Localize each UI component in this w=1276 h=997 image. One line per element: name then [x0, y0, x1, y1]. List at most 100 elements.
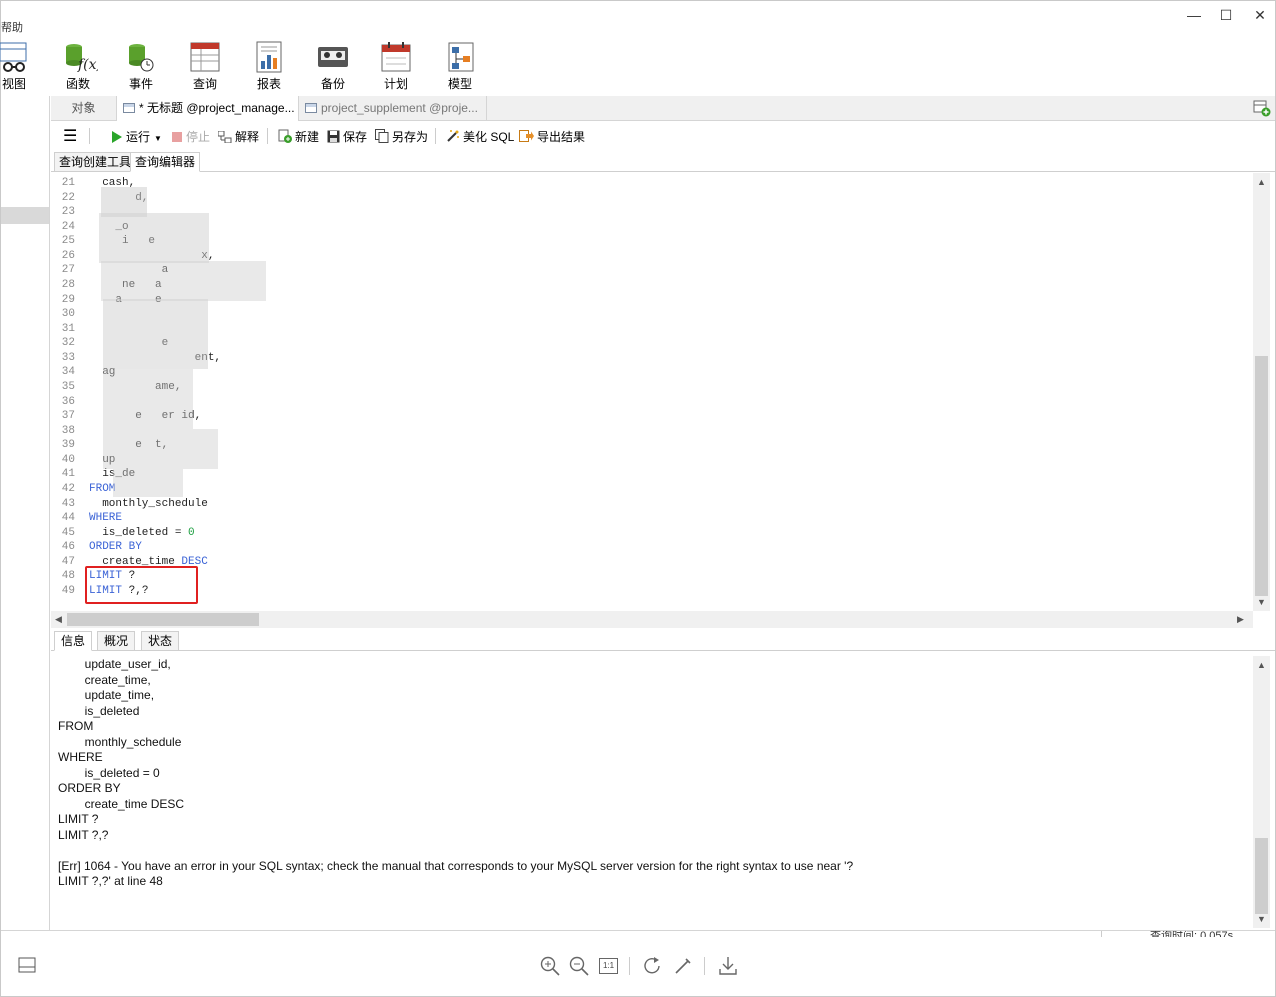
dropdown-arrow-icon[interactable]: ▼: [154, 134, 162, 143]
export-label: 导出结果: [537, 130, 586, 144]
zoom-in-icon[interactable]: [539, 955, 561, 977]
edit-pencil-icon[interactable]: [672, 955, 694, 977]
maximize-button[interactable]: ☐: [1211, 5, 1241, 25]
download-icon[interactable]: [717, 955, 739, 977]
scroll-thumb[interactable]: [1255, 838, 1268, 914]
tab-query-builder[interactable]: 查询创建工具: [54, 152, 137, 172]
toolbar-query-button[interactable]: 查询: [180, 37, 230, 95]
scroll-right-icon[interactable]: ▶: [1237, 614, 1244, 625]
redacted-area: [99, 213, 209, 263]
statusbar-separator: [704, 957, 705, 975]
line-number: 24: [61, 220, 75, 233]
code-line: 36: [51, 396, 1251, 411]
document-tabs: 对象 * 无标题 @project_manage... project_supp…: [51, 96, 1275, 121]
actual-size-label: 1:1: [599, 958, 618, 974]
toolbar-label: 模型: [447, 77, 472, 91]
new-tab-icon[interactable]: [1253, 99, 1271, 117]
scroll-left-icon[interactable]: ◀: [55, 614, 62, 625]
rotate-icon[interactable]: [642, 955, 664, 977]
code-line: 21 cash,: [51, 177, 1251, 192]
sql-number: 0: [188, 526, 195, 539]
tab-status[interactable]: 状态: [141, 631, 180, 651]
scroll-thumb[interactable]: [67, 613, 259, 626]
function-icon: f(x): [66, 44, 98, 73]
code-line: 47 create_time DESC: [51, 556, 1251, 571]
code-line: 41 is_de: [51, 468, 1251, 483]
toolbar-event-button[interactable]: 事件: [116, 37, 166, 95]
stop-label: 停止: [186, 130, 211, 144]
magic-wand-icon: [446, 129, 460, 146]
scroll-down-icon[interactable]: ▼: [1257, 597, 1266, 607]
result-tabs: 信息 概况 状态: [51, 629, 1275, 651]
toolbar-backup-button[interactable]: 备份: [308, 37, 358, 95]
code-line: 43 monthly_schedule: [51, 498, 1251, 513]
tab-objects[interactable]: 对象: [51, 96, 117, 121]
save-as-button[interactable]: 另存为: [375, 128, 428, 146]
actual-size-button[interactable]: 1:1: [598, 955, 620, 977]
toolbar-separator: [267, 128, 268, 144]
zoom-out-icon[interactable]: [568, 955, 590, 977]
line-number: 30: [61, 308, 75, 321]
code-line: 42 FROM: [51, 483, 1251, 498]
code-line: 22 d,: [51, 192, 1251, 207]
backup-icon: [318, 47, 348, 67]
scroll-up-icon[interactable]: ▲: [1257, 660, 1266, 670]
editor-horizontal-scrollbar[interactable]: ◀ ▶: [51, 611, 1253, 628]
query-icon: [190, 42, 220, 72]
save-button[interactable]: 保存: [327, 128, 367, 146]
line-number: 26: [61, 249, 75, 262]
code-line: 31: [51, 323, 1251, 338]
toolbar-function-button[interactable]: f(x) 函数: [53, 37, 103, 95]
beautify-sql-button[interactable]: 美化 SQL: [446, 128, 514, 146]
scroll-up-icon[interactable]: ▲: [1257, 177, 1266, 187]
tab-info[interactable]: 信息: [54, 631, 93, 651]
scroll-down-icon[interactable]: ▼: [1257, 914, 1266, 924]
main-toolbar: 视图 f(x) 函数 事件 查询 报表 备份 计划 模型: [0, 37, 1275, 95]
tab-label: * 无标题 @project_manage...: [139, 101, 295, 115]
minimize-button[interactable]: —: [1179, 5, 1209, 25]
export-results-button[interactable]: 导出结果: [519, 128, 585, 146]
menu-fragment[interactable]: 帮助: [1, 19, 23, 35]
sql-editor[interactable]: 21 cash,22 d,2324 _o25 i e26 x,27 a28 ne…: [51, 173, 1253, 611]
toolbar-separator: [435, 128, 436, 144]
line-number: 29: [61, 293, 75, 306]
close-button[interactable]: ✕: [1245, 5, 1275, 25]
line-number: 41: [61, 468, 75, 481]
model-icon: [448, 42, 474, 72]
stop-button[interactable]: 停止: [171, 128, 210, 146]
toolbar-label: 视图: [1, 77, 26, 91]
toolbar-view-button[interactable]: 视图: [0, 37, 39, 95]
line-number: 22: [61, 191, 75, 204]
toolbar-model-button[interactable]: 模型: [435, 37, 485, 95]
output-line: WHERE: [58, 750, 103, 764]
toolbar-schedule-button[interactable]: 计划: [371, 37, 421, 95]
scroll-thumb[interactable]: [1255, 356, 1268, 596]
output-line: is_deleted = 0: [58, 765, 160, 780]
redacted-area: [113, 469, 183, 497]
code-line: 30: [51, 308, 1251, 323]
tab-untitled-query[interactable]: * 无标题 @project_manage...: [117, 96, 299, 121]
run-button[interactable]: 运行 ▼: [111, 128, 162, 146]
line-number: 45: [61, 526, 75, 539]
navigation-pane[interactable]: [1, 96, 50, 930]
code-line: 44 WHERE: [51, 512, 1251, 527]
line-number: 35: [61, 380, 75, 393]
output-line: ORDER BY: [58, 781, 121, 795]
code-line: 23: [51, 206, 1251, 221]
new-query-button[interactable]: 新建: [278, 128, 319, 146]
tab-project-supplement[interactable]: project_supplement @proje...: [299, 96, 487, 121]
output-vertical-scrollbar[interactable]: ▲ ▼: [1253, 656, 1270, 928]
line-number: 38: [61, 424, 75, 437]
toolbar-report-button[interactable]: 报表: [244, 37, 294, 95]
navigation-selected-item[interactable]: [1, 207, 49, 224]
editor-vertical-scrollbar[interactable]: ▲ ▼: [1253, 173, 1270, 611]
output-line: LIMIT ?: [58, 812, 99, 826]
event-icon: [129, 44, 154, 72]
explain-button[interactable]: 解释: [217, 128, 259, 146]
tab-overview[interactable]: 概况: [97, 631, 136, 651]
tab-query-editor[interactable]: 查询编辑器: [130, 152, 201, 172]
code-line: 33 ent,: [51, 352, 1251, 367]
toolbar-label: 计划: [383, 77, 408, 91]
toggle-panel-icon[interactable]: [17, 955, 39, 977]
menu-icon[interactable]: ☰: [63, 126, 77, 146]
